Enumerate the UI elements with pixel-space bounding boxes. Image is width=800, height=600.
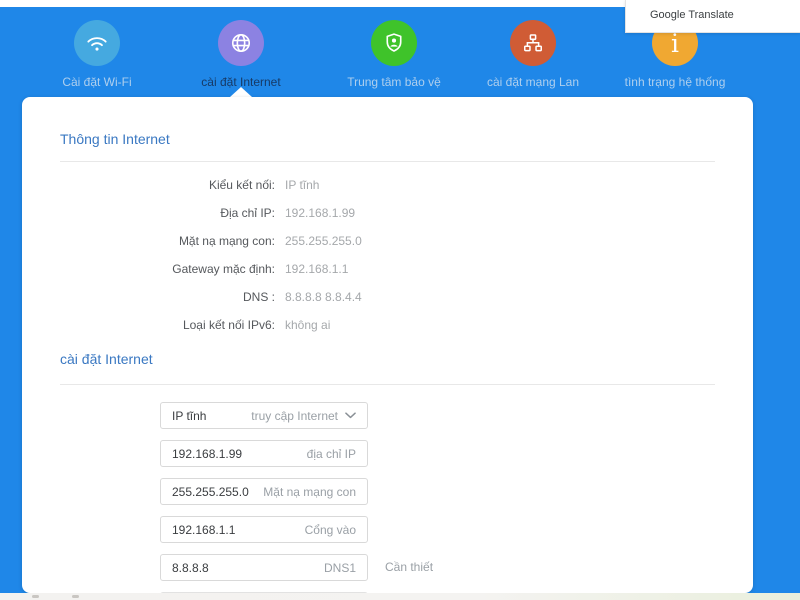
tab-label: Cài đặt Wi-Fi — [62, 75, 132, 89]
info-row-ip-address: Địa chỉ IP: 192.168.1.99 — [60, 199, 362, 227]
row-label: Kiểu kết nối: — [208, 178, 275, 192]
row-label: Loại kết nối IPv6: — [182, 318, 275, 332]
active-tab-pointer — [230, 87, 252, 97]
dropdown-value: IP tĩnh — [172, 408, 207, 423]
bottom-strip — [0, 593, 800, 600]
row-value: IP tĩnh — [285, 178, 320, 192]
divider — [60, 384, 715, 385]
info-row-connection-type: Kiểu kết nối: IP tĩnh — [60, 171, 362, 199]
internet-settings-title: cài đặt Internet — [60, 351, 153, 367]
content-card: Thông tin Internet Kiểu kết nối: IP tĩnh… — [22, 97, 753, 593]
row-value: 192.168.1.99 — [285, 206, 356, 220]
row-value: 255.255.255.0 — [285, 234, 362, 248]
google-translate-popup[interactable]: Google Translate — [625, 0, 800, 33]
bottom-mark — [72, 595, 79, 598]
tab-label: Trung tâm bảo vệ — [347, 75, 441, 89]
internet-settings-form: IP tĩnh truy cập Internet 192.168.1.99 đ… — [160, 402, 368, 592]
row-value: không ai — [285, 318, 331, 332]
dropdown-label: truy cập Internet — [251, 408, 338, 423]
divider — [60, 161, 715, 162]
dns1-field[interactable]: 8.8.8.8 DNS1 — [160, 554, 368, 581]
gateway-field[interactable]: 192.168.1.1 Cổng vào — [160, 516, 368, 543]
row-value: 192.168.1.1 — [285, 262, 349, 276]
info-row-ipv6-type: Loại kết nối IPv6: không ai — [60, 311, 362, 339]
lan-icon — [510, 20, 556, 66]
row-label: Mặt nạ mạng con: — [178, 234, 275, 248]
internet-info-list: Kiểu kết nối: IP tĩnh Địa chỉ IP: 192.16… — [60, 171, 362, 339]
row-label: DNS : — [242, 290, 275, 304]
tab-security-center[interactable]: Trung tâm bảo vệ — [319, 20, 469, 89]
internet-info-title: Thông tin Internet — [60, 131, 170, 147]
bottom-mark — [32, 595, 39, 598]
wifi-icon — [74, 20, 120, 66]
tab-label: cài đặt mạng Lan — [486, 75, 580, 89]
shield-icon — [371, 20, 417, 66]
globe-icon — [218, 20, 264, 66]
info-row-default-gateway: Gateway mặc định: 192.168.1.1 — [60, 255, 362, 283]
row-label: Địa chỉ IP: — [220, 206, 275, 220]
connection-type-dropdown[interactable]: IP tĩnh truy cập Internet — [160, 402, 368, 429]
tab-label: tình trạng hệ thống — [624, 75, 726, 89]
dns1-required-note: Cần thiết — [385, 560, 434, 574]
info-row-dns: DNS : 8.8.8.8 8.8.4.4 — [60, 283, 362, 311]
subnet-mask-field[interactable]: 255.255.255.0 Mặt nạ mạng con — [160, 478, 368, 505]
row-label: Gateway mặc định: — [172, 262, 275, 276]
chevron-down-icon — [345, 412, 356, 419]
ip-address-field[interactable]: 192.168.1.99 địa chỉ IP — [160, 440, 368, 467]
tab-wifi-settings[interactable]: Cài đặt Wi-Fi — [22, 20, 172, 89]
tab-lan-settings[interactable]: cài đặt mạng Lan — [458, 20, 608, 89]
row-value: 8.8.8.8 8.8.4.4 — [285, 290, 362, 304]
tab-internet-settings[interactable]: cài đặt Internet — [166, 20, 316, 89]
info-row-subnet-mask: Mặt nạ mạng con: 255.255.255.0 — [60, 227, 362, 255]
